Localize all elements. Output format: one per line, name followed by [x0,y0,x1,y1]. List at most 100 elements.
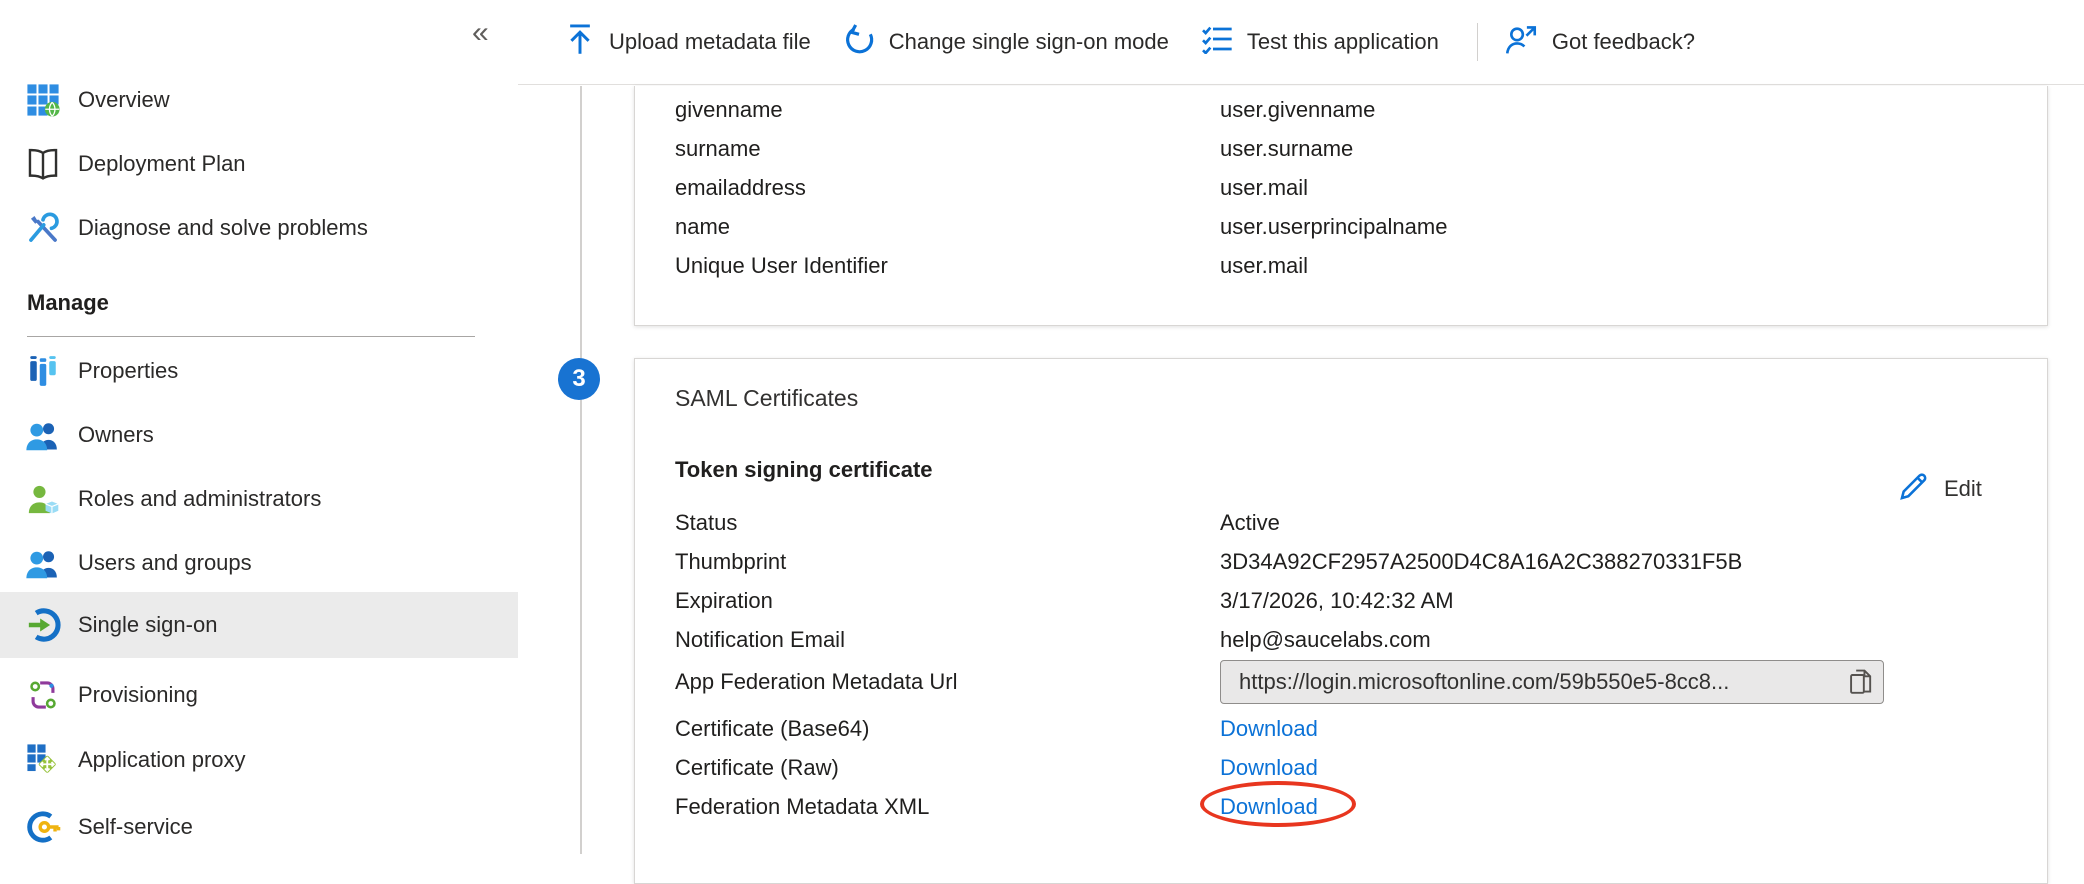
attribute-row: Unique User Identifieruser.mail [675,246,1308,285]
edit-button[interactable]: Edit [1897,469,1982,509]
saml-certificates-card: SAML Certificates Edit Token signing cer… [634,358,2048,884]
download-row: Certificate (Raw)Download [675,748,1318,787]
change-sso-mode-button[interactable]: Change single sign-on mode [843,23,1169,61]
step-timeline-line [580,86,582,854]
sidebar-item-label: Roles and administrators [78,486,321,512]
attribute-row: surnameuser.surname [675,129,1353,168]
sidebar-item-self-service[interactable]: Self-service [0,795,518,859]
certificate-row: Notification Emailhelp@saucelabs.com [675,620,1431,659]
sidebar-item-single-sign-on[interactable]: Single sign-on [0,592,518,658]
sidebar-item-label: Overview [78,87,170,113]
sliders-icon [24,352,62,390]
download-row: Federation Metadata XMLDownload [675,787,1318,826]
sidebar-item-application-proxy[interactable]: Application proxy [0,728,518,792]
sidebar-item-overview[interactable]: Overview [0,68,518,132]
sidebar-item-label: Self-service [78,814,193,840]
toolbar-separator [1477,23,1478,61]
provisioning-loop-icon [24,676,62,714]
attribute-row: nameuser.userprincipalname [675,207,1447,246]
thumbprint-value: 3D34A92CF2957A2500D4C8A16A2C388270331F5B [1220,549,1742,575]
notification-email-value: help@saucelabs.com [1220,627,1431,653]
sso-arrow-icon [24,606,62,644]
row-label: Status [675,510,1220,536]
status-value: Active [1220,510,1280,536]
row-label: Federation Metadata XML [675,794,1220,820]
metadata-url-value: https://login.microsoftonline.com/59b550… [1239,669,1729,695]
attributes-card: givennameuser.givenname surnameuser.surn… [634,86,2048,326]
token-signing-certificate-header: Token signing certificate [675,457,933,483]
sidebar: « Overview Deployment Plan Diagnose and … [0,0,518,854]
sidebar-item-owners[interactable]: Owners [0,403,518,467]
sidebar-item-deployment-plan[interactable]: Deployment Plan [0,132,518,196]
sidebar-item-provisioning[interactable]: Provisioning [0,663,518,727]
row-label: Notification Email [675,627,1220,653]
checklist-icon [1201,24,1233,60]
download-raw-link[interactable]: Download [1220,755,1318,781]
attribute-name: givenname [675,97,1220,123]
row-label: Expiration [675,588,1220,614]
sidebar-item-roles[interactable]: Roles and administrators [0,467,518,531]
undo-arrow-icon [843,23,875,61]
pencil-icon [1897,469,1931,509]
sidebar-item-label: Properties [78,358,178,384]
certificate-row: Expiration3/17/2026, 10:42:32 AM [675,581,1454,620]
upload-icon [565,23,595,61]
row-label: Certificate (Raw) [675,755,1220,781]
attribute-name: emailaddress [675,175,1220,201]
person-cube-icon [24,480,62,518]
attribute-value: user.surname [1220,136,1353,162]
attribute-row: givennameuser.givenname [675,90,1375,129]
row-label: Thumbprint [675,549,1220,575]
copy-icon[interactable] [1847,668,1873,696]
command-bar: Upload metadata file Change single sign-… [518,0,2084,85]
attribute-value: user.givenname [1220,97,1375,123]
people-icon [24,416,62,454]
step-number-badge: 3 [558,358,600,400]
people-icon [24,544,62,582]
toolbar-label: Change single sign-on mode [889,29,1169,55]
certificate-row: StatusActive [675,503,1280,542]
sidebar-item-label: Owners [78,422,154,448]
feedback-button[interactable]: Got feedback? [1504,23,1695,61]
row-label: Certificate (Base64) [675,716,1220,742]
row-label: App Federation Metadata Url [675,669,1220,695]
tools-icon [24,209,62,247]
sidebar-item-users-groups[interactable]: Users and groups [0,531,518,595]
card-title: SAML Certificates [675,385,858,412]
attribute-name: Unique User Identifier [675,253,1220,279]
metadata-url-field[interactable]: https://login.microsoftonline.com/59b550… [1220,660,1884,704]
edit-label: Edit [1944,476,1982,502]
sidebar-item-label: Provisioning [78,682,198,708]
download-federation-metadata-link[interactable]: Download [1220,794,1318,820]
toolbar-label: Got feedback? [1552,29,1695,55]
grid-diamond-icon [24,741,62,779]
expiration-value: 3/17/2026, 10:42:32 AM [1220,588,1454,614]
sidebar-divider [27,336,475,337]
attribute-name: surname [675,136,1220,162]
sidebar-item-label: Application proxy [78,747,246,773]
upload-metadata-button[interactable]: Upload metadata file [565,23,811,61]
test-application-button[interactable]: Test this application [1201,24,1439,60]
certificate-row: Thumbprint3D34A92CF2957A2500D4C8A16A2C38… [675,542,1742,581]
attribute-name: name [675,214,1220,240]
overview-grid-icon [24,81,62,119]
book-icon [24,145,62,183]
attribute-value: user.mail [1220,175,1308,201]
sidebar-section-manage: Manage [27,290,109,316]
sidebar-item-label: Single sign-on [78,612,217,638]
toolbar-label: Test this application [1247,29,1439,55]
sidebar-item-diagnose[interactable]: Diagnose and solve problems [0,196,518,260]
download-base64-link[interactable]: Download [1220,716,1318,742]
sidebar-collapse-icon[interactable]: « [472,18,489,48]
sidebar-item-label: Users and groups [78,550,252,576]
feedback-person-icon [1504,23,1538,61]
toolbar-label: Upload metadata file [609,29,811,55]
sidebar-item-label: Deployment Plan [78,151,246,177]
sidebar-item-label: Diagnose and solve problems [78,215,368,241]
download-row: Certificate (Base64)Download [675,709,1318,748]
attribute-row: emailaddressuser.mail [675,168,1308,207]
attribute-value: user.mail [1220,253,1308,279]
attribute-value: user.userprincipalname [1220,214,1447,240]
metadata-url-row: App Federation Metadata Url https://logi… [675,659,1884,705]
sidebar-item-properties[interactable]: Properties [0,339,518,403]
